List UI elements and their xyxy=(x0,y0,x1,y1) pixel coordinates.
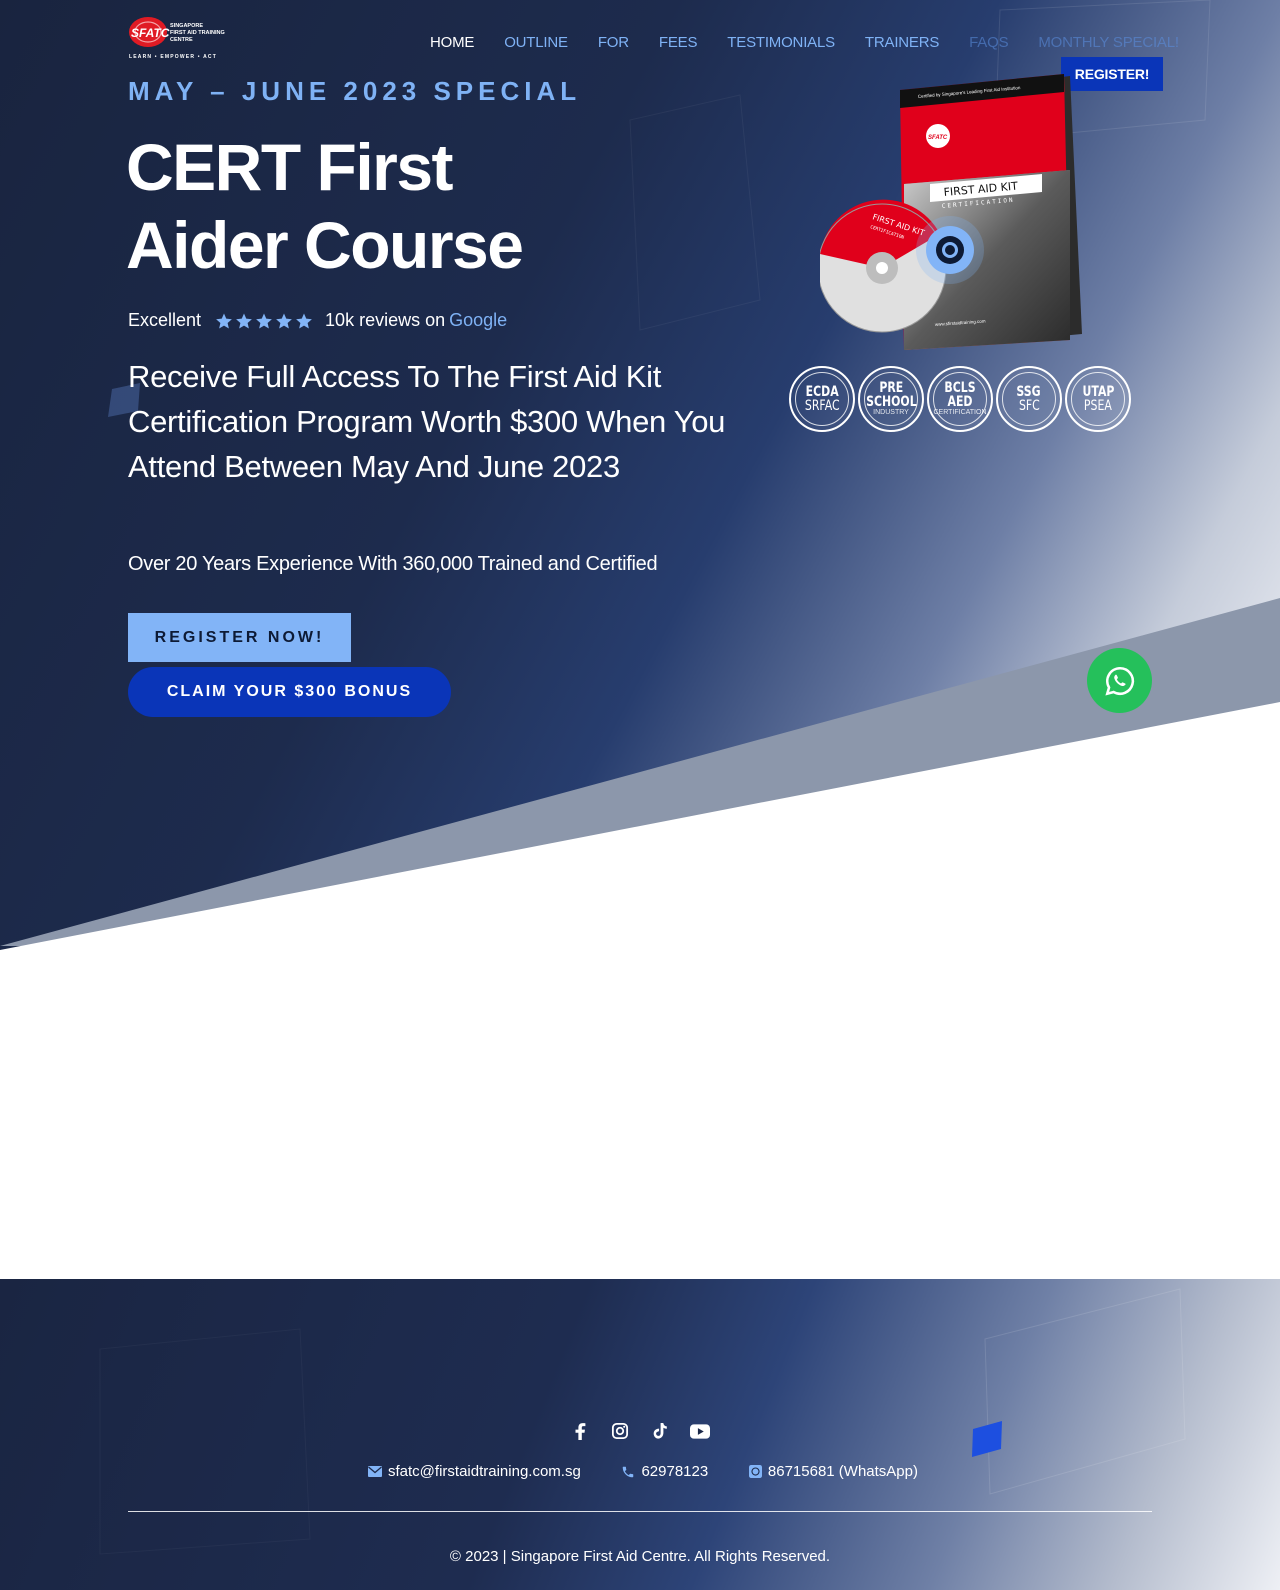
badge-line-2: SCHOOL xyxy=(865,394,917,410)
badge-line-1: ECDA xyxy=(805,384,839,400)
contact-email[interactable]: sfatc@firstaidtraining.com.sg xyxy=(368,1463,581,1480)
title-line-1: CERT First xyxy=(126,130,454,204)
google-link[interactable]: Google xyxy=(449,310,507,331)
star-icon xyxy=(296,313,312,328)
footer-divider xyxy=(128,1511,1152,1512)
badge-line-3: INDUSTRY xyxy=(873,409,909,416)
sfatc-logo[interactable]: SFATC SINGAPORE FIRST AID TRAINING CENTR… xyxy=(128,14,230,60)
contact-phone[interactable]: 62978123 xyxy=(621,1463,708,1480)
google-rating: Excellent 10k reviews on Google xyxy=(128,310,507,331)
svg-text:FIRST AID TRAINING: FIRST AID TRAINING xyxy=(170,30,225,36)
whatsapp-small-icon xyxy=(748,1465,762,1478)
contact-whatsapp[interactable]: 86715681 (WhatsApp) xyxy=(748,1463,918,1480)
star-icon xyxy=(256,313,272,328)
dvd-box-illustration: Certified by Singapore's Leading First A… xyxy=(817,74,1082,350)
social-links xyxy=(570,1421,710,1441)
svg-text:SFATC: SFATC xyxy=(928,135,948,141)
nav-monthly-special[interactable]: MONTHLY SPECIAL! xyxy=(1038,34,1179,54)
hero-section: SFATC SINGAPORE FIRST AID TRAINING CENTR… xyxy=(0,0,1280,950)
decorative-shape-right xyxy=(972,1421,1002,1462)
experience-text: Over 20 Years Experience With 360,000 Tr… xyxy=(128,553,658,575)
svg-text:LEARN • EMPOWER • ACT: LEARN • EMPOWER • ACT xyxy=(129,54,217,60)
register-now-button[interactable]: REGISTER NOW! xyxy=(128,613,351,662)
logo-icon: SFATC SINGAPORE FIRST AID TRAINING CENTR… xyxy=(129,17,225,60)
badge-line-3: CERTIFICATION xyxy=(933,409,987,416)
accreditation-badges: ECDA SRFAC PRE SCHOOL INDUSTRY BCLS AED … xyxy=(789,366,1131,432)
nav-outline[interactable]: OUTLINE xyxy=(504,34,568,54)
badge-line-2: AED xyxy=(947,394,973,410)
page-title: CERT First Aider Course xyxy=(126,128,686,284)
product-image: Certified by Singapore's Leading First A… xyxy=(817,74,1090,359)
svg-text:SFATC: SFATC xyxy=(131,26,170,40)
whatsapp-icon xyxy=(1104,666,1134,696)
phone-icon xyxy=(623,1466,634,1477)
whatsapp-text: 86715681 (WhatsApp) xyxy=(767,1463,918,1480)
badge-bcls-aed: BCLS AED CERTIFICATION xyxy=(927,366,993,432)
badge-line-1: UTAP xyxy=(1082,384,1114,400)
nav-testimonials[interactable]: TESTIMONIALS xyxy=(727,34,835,54)
hero-kicker: MAY – JUNE 2023 SPECIAL xyxy=(128,76,582,106)
email-text: sfatc@firstaidtraining.com.sg xyxy=(388,1463,581,1480)
badge-line-2: SRFAC xyxy=(804,398,840,414)
rating-label: Excellent xyxy=(128,310,202,330)
facebook-icon[interactable] xyxy=(570,1421,590,1441)
rating-stars xyxy=(215,312,313,330)
badge-line-2: SFC xyxy=(1018,398,1040,414)
site-footer: sfatc@firstaidtraining.com.sg 62978123 8… xyxy=(0,1279,1280,1590)
svg-text:CENTRE: CENTRE xyxy=(170,37,193,43)
envelope-icon xyxy=(368,1466,382,1477)
title-line-2: Aider Course xyxy=(126,208,524,282)
nav-trainers[interactable]: TRAINERS xyxy=(865,34,939,54)
nav-home[interactable]: HOME xyxy=(430,34,474,54)
phone-text: 62978123 xyxy=(641,1463,709,1480)
badge-line-1: BCLS xyxy=(944,380,976,396)
badge-preschool: PRE SCHOOL INDUSTRY xyxy=(858,366,924,432)
tiktok-icon[interactable] xyxy=(650,1421,670,1441)
nav-for[interactable]: FOR xyxy=(598,34,629,54)
badge-utap: UTAP PSEA xyxy=(1065,366,1131,432)
star-icon xyxy=(276,313,292,328)
instagram-icon[interactable] xyxy=(610,1421,630,1441)
reviews-text: 10k reviews on xyxy=(325,310,446,330)
badge-ecda: ECDA SRFAC xyxy=(789,366,855,432)
copyright-text: © 2023 | Singapore First Aid Centre. All… xyxy=(449,1548,831,1565)
nav-faqs[interactable]: FAQS xyxy=(969,34,1008,54)
hero-subheading: Receive Full Access To The First Aid Kit… xyxy=(128,359,726,484)
claim-bonus-button[interactable]: CLAIM YOUR $300 BONUS xyxy=(128,667,451,717)
contact-info: sfatc@firstaidtraining.com.sg 62978123 8… xyxy=(368,1463,918,1480)
badge-line-2: PSEA xyxy=(1084,398,1112,414)
badge-line-1: SSG xyxy=(1016,384,1042,400)
whatsapp-float-button[interactable] xyxy=(1087,648,1152,713)
star-icon xyxy=(236,313,252,328)
main-nav: HOME OUTLINE FOR FEES TESTIMONIALS TRAIN… xyxy=(430,34,1209,54)
svg-text:SINGAPORE: SINGAPORE xyxy=(170,23,203,29)
badge-ssg: SSG SFC xyxy=(996,366,1062,432)
nav-fees[interactable]: FEES xyxy=(659,34,698,54)
youtube-icon[interactable] xyxy=(690,1421,710,1441)
star-icon xyxy=(216,313,232,328)
badge-line-1: PRE xyxy=(879,380,903,396)
